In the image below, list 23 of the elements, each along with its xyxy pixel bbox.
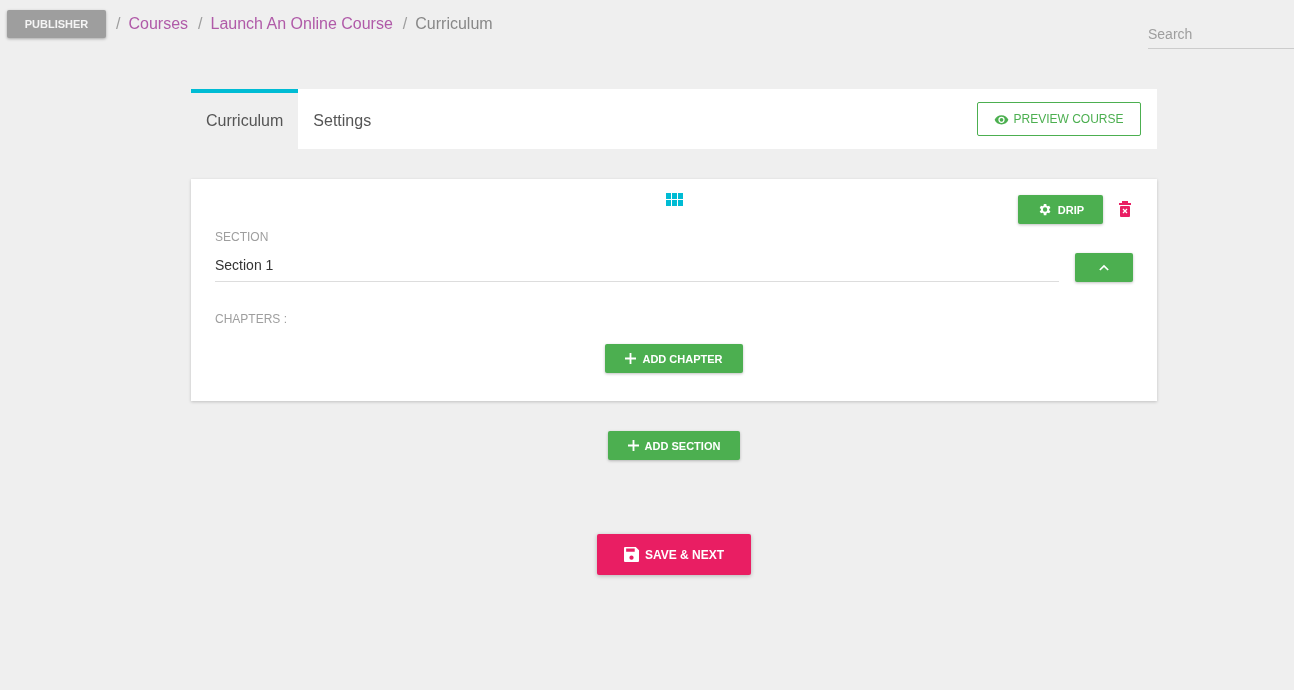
add-chapter-button[interactable]: ADD CHAPTER bbox=[605, 344, 743, 373]
search-field[interactable]: Search bbox=[1148, 22, 1294, 49]
add-section-button[interactable]: ADD SECTION bbox=[607, 431, 741, 460]
field-label: SECTION bbox=[215, 230, 270, 244]
breadcrumb-separator: / bbox=[116, 15, 121, 33]
delete-button[interactable] bbox=[1119, 200, 1133, 219]
breadcrumb-link[interactable]: Courses bbox=[128, 15, 189, 33]
save-next-button[interactable]: SAVE & NEXT bbox=[597, 534, 751, 575]
tab[interactable]: Curriculum bbox=[191, 89, 299, 149]
breadcrumb-separator: / bbox=[402, 15, 408, 33]
drag-handle-icon bbox=[666, 193, 684, 207]
collapse-button[interactable] bbox=[1075, 252, 1133, 282]
plus-icon bbox=[627, 440, 639, 451]
trash-icon bbox=[1119, 200, 1131, 217]
breadcrumb-separator: / bbox=[198, 15, 203, 33]
chevron-up-icon bbox=[1099, 263, 1109, 271]
publisher-button[interactable]: PUBLISHER bbox=[7, 10, 106, 38]
drip-button[interactable]: DRIP bbox=[1018, 195, 1103, 224]
chapters-label: CHAPTERS : bbox=[215, 312, 288, 326]
plus-icon bbox=[625, 353, 637, 364]
breadcrumb-link[interactable]: Launch An Online Course bbox=[210, 15, 393, 33]
breadcrumb-current: Curriculum bbox=[415, 15, 493, 33]
preview-course-button[interactable]: PREVIEW COURSE bbox=[977, 102, 1141, 136]
